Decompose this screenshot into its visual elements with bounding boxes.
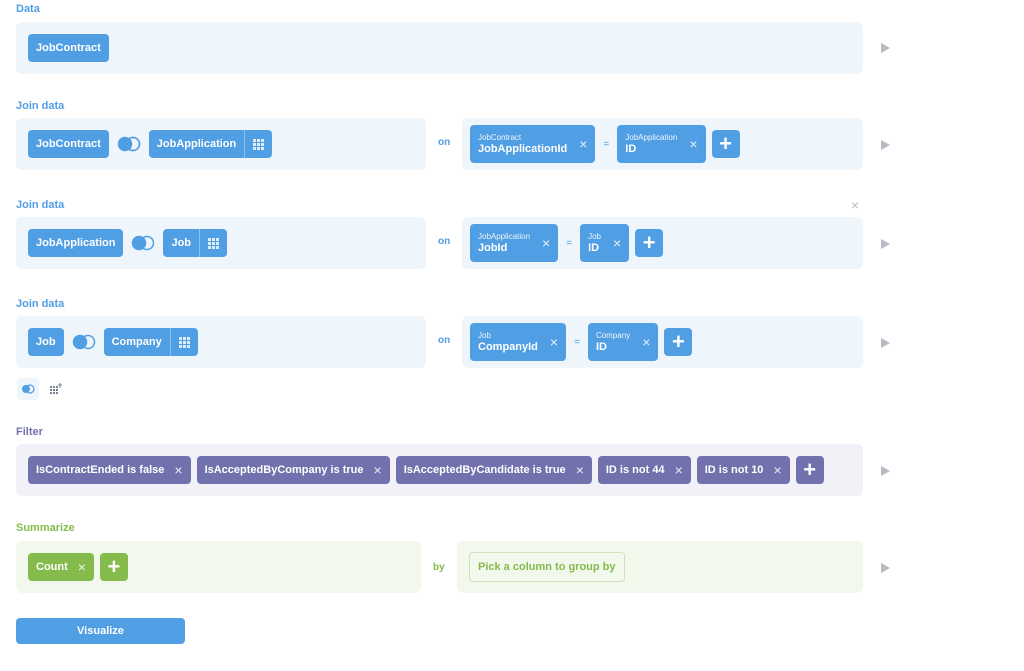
- add-condition-button[interactable]: +: [635, 229, 664, 257]
- preview-arrow-icon[interactable]: [881, 239, 890, 249]
- add-join-button[interactable]: [17, 378, 39, 400]
- join-right-column[interactable]: Job ID ×: [580, 224, 630, 262]
- add-condition-button[interactable]: +: [664, 328, 693, 356]
- filter-pill[interactable]: IsAcceptedByCandidate is true ×: [395, 456, 592, 484]
- close-icon[interactable]: ×: [689, 136, 697, 152]
- filter-pill[interactable]: IsAcceptedByCompany is true ×: [196, 456, 390, 484]
- join-right-table-pill[interactable]: Company: [103, 328, 198, 356]
- join-tables-box: JobApplication Job: [16, 217, 426, 269]
- filter-pill[interactable]: ID is not 10 ×: [696, 456, 790, 484]
- add-condition-button[interactable]: +: [711, 130, 740, 158]
- close-icon[interactable]: ×: [174, 462, 182, 478]
- on-label: on: [438, 335, 451, 346]
- filter-pill[interactable]: IsContractEnded is false ×: [28, 456, 191, 484]
- join-condition-box: JobApplication JobId × = Job ID × +: [462, 217, 863, 269]
- on-label: on: [438, 137, 451, 148]
- group-by-button[interactable]: Pick a column to group by: [469, 552, 625, 582]
- filter-pill[interactable]: ID is not 44 ×: [597, 456, 691, 484]
- close-icon[interactable]: ×: [773, 462, 781, 478]
- grid-plus-icon: [50, 383, 62, 394]
- close-icon[interactable]: ×: [542, 235, 550, 251]
- preview-arrow-icon[interactable]: [881, 43, 890, 53]
- join-tables-box: Job Company: [16, 316, 426, 368]
- add-metric-button[interactable]: +: [99, 553, 128, 581]
- summarize-step-title: Summarize: [16, 522, 75, 534]
- close-icon[interactable]: ×: [851, 197, 859, 213]
- left-join-icon[interactable]: [70, 334, 98, 350]
- by-label: by: [433, 562, 445, 573]
- filter-box: IsContractEnded is false × IsAcceptedByCo…: [16, 444, 863, 496]
- close-icon[interactable]: ×: [675, 462, 683, 478]
- preview-arrow-icon[interactable]: [881, 563, 890, 573]
- join-step-title: Join data: [16, 100, 65, 112]
- join-step-title: Join data: [16, 298, 65, 310]
- join-right-table-pill[interactable]: JobApplication: [148, 130, 273, 158]
- preview-arrow-icon[interactable]: [881, 338, 890, 348]
- data-step-title: Data: [16, 3, 40, 15]
- data-table-pill[interactable]: JobContract: [28, 34, 109, 62]
- join-right-table-pill[interactable]: Job: [163, 229, 228, 257]
- close-icon[interactable]: ×: [374, 462, 382, 478]
- grid-icon[interactable]: [199, 229, 227, 257]
- join-left-column[interactable]: Job CompanyId ×: [470, 323, 567, 361]
- grid-icon[interactable]: [169, 328, 198, 356]
- close-icon[interactable]: ×: [579, 136, 587, 152]
- join-left-column[interactable]: JobApplication JobId ×: [470, 224, 559, 262]
- join-right-column[interactable]: Company ID ×: [587, 323, 659, 361]
- close-icon[interactable]: ×: [78, 559, 86, 575]
- equals-sign: =: [574, 336, 580, 348]
- preview-arrow-icon[interactable]: [881, 466, 890, 476]
- filter-step-title: Filter: [16, 426, 43, 438]
- preview-arrow-icon[interactable]: [881, 140, 890, 150]
- join-left-table-pill[interactable]: Job: [28, 328, 64, 356]
- add-custom-column-button[interactable]: [45, 378, 67, 400]
- left-join-icon[interactable]: [115, 136, 143, 152]
- data-step-box: JobContract: [16, 22, 863, 74]
- join-step-title: Join data: [16, 199, 65, 211]
- equals-sign: =: [566, 237, 573, 249]
- close-icon[interactable]: ×: [550, 334, 558, 350]
- join-tables-box: JobContract JobApplication: [16, 118, 426, 170]
- visualize-button[interactable]: Visualize: [16, 618, 185, 644]
- join-left-table-pill[interactable]: JobApplication: [28, 229, 124, 257]
- join-right-column[interactable]: JobApplication ID ×: [617, 125, 706, 163]
- equals-sign: =: [603, 138, 610, 150]
- join-icon: [22, 384, 35, 394]
- on-label: on: [438, 236, 451, 247]
- join-condition-box: Job CompanyId × = Company ID × +: [462, 316, 863, 368]
- add-filter-button[interactable]: +: [795, 456, 824, 484]
- summarize-metric-box: Count × +: [16, 541, 421, 593]
- close-icon[interactable]: ×: [576, 462, 584, 478]
- join-left-table-pill[interactable]: JobContract: [28, 130, 109, 158]
- close-icon[interactable]: ×: [642, 334, 650, 350]
- summarize-group-box: Pick a column to group by: [457, 541, 863, 593]
- join-condition-box: JobContract JobApplicationId × = JobAppli…: [462, 118, 863, 170]
- left-join-icon[interactable]: [129, 235, 157, 251]
- close-icon[interactable]: ×: [613, 235, 621, 251]
- metric-pill[interactable]: Count ×: [28, 553, 94, 581]
- grid-icon[interactable]: [244, 130, 272, 158]
- join-left-column[interactable]: JobContract JobApplicationId ×: [470, 125, 596, 163]
